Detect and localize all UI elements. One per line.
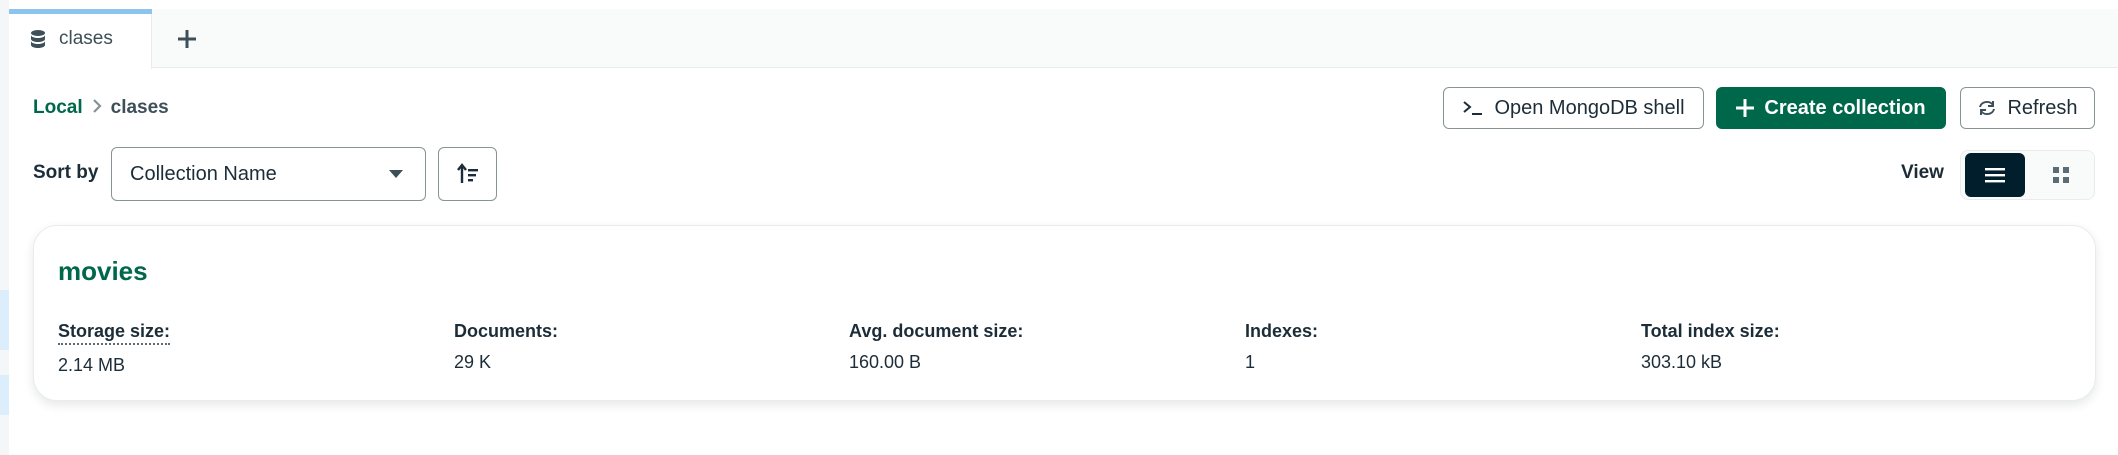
stat-indexes: Indexes: 1: [1245, 321, 1318, 373]
sort-ascending-icon: [456, 163, 478, 183]
refresh-icon: [1979, 101, 1996, 115]
sidebar-highlight: [0, 290, 9, 350]
stat-value: 303.10 kB: [1641, 352, 1723, 372]
breadcrumb-current: clases: [110, 97, 169, 118]
tab-label: clases: [59, 28, 113, 49]
grid-view-button[interactable]: [2031, 153, 2091, 197]
sort-select-value: Collection Name: [130, 162, 277, 185]
breadcrumb: Local clases: [33, 96, 169, 120]
refresh-button[interactable]: Refresh: [1960, 87, 2095, 129]
sort-select[interactable]: Collection Name: [111, 147, 426, 201]
stat-label: Avg. document size:: [849, 321, 1024, 341]
breadcrumb-local[interactable]: Local: [33, 97, 83, 119]
open-shell-button[interactable]: Open MongoDB shell: [1443, 87, 1704, 129]
stat-value: 29 K: [454, 352, 492, 372]
stat-storage-size: Storage size: 2.14 MB: [58, 321, 171, 376]
stat-value: 1: [1245, 352, 1256, 372]
plus-icon: [178, 30, 196, 48]
stat-total-index-size: Total index size: 303.10 kB: [1641, 321, 1780, 373]
sidebar-highlight: [0, 375, 9, 415]
refresh-label: Refresh: [2007, 96, 2078, 119]
workspace-tab-bar: clases: [9, 9, 2118, 69]
tab-clases[interactable]: clases: [9, 9, 152, 69]
left-sidebar-edge: [0, 0, 9, 455]
new-tab-button[interactable]: [169, 23, 205, 55]
stat-label[interactable]: Storage size:: [58, 321, 171, 345]
sort-order-button[interactable]: [438, 147, 497, 201]
create-collection-button[interactable]: Create collection: [1716, 87, 1946, 129]
stat-value: 160.00 B: [849, 352, 922, 372]
collection-name[interactable]: movies: [58, 256, 148, 287]
terminal-icon: [1463, 101, 1483, 115]
list-icon: [1985, 168, 2005, 183]
list-view-button[interactable]: [1965, 153, 2025, 197]
stat-avg-document-size: Avg. document size: 160.00 B: [849, 321, 1023, 373]
chevron-right-icon: [91, 98, 103, 119]
sort-by-label: Sort by: [33, 162, 99, 183]
plus-icon: [1736, 99, 1755, 117]
grid-icon: [2053, 167, 2069, 183]
stat-label: Indexes:: [1245, 321, 1319, 341]
create-collection-label: Create collection: [1764, 96, 1926, 119]
database-icon: [29, 29, 47, 49]
collection-card[interactable]: movies Storage size: 2.14 MB Documents: …: [33, 225, 2096, 401]
caret-down-icon: [389, 170, 403, 178]
stat-value: 2.14 MB: [58, 355, 126, 375]
view-label: View: [1901, 162, 1944, 183]
stat-label: Documents:: [454, 321, 559, 341]
stat-label: Total index size:: [1641, 321, 1780, 341]
view-toggle: [1960, 150, 2095, 200]
stat-documents: Documents: 29 K: [454, 321, 558, 373]
open-shell-label: Open MongoDB shell: [1494, 96, 1685, 119]
